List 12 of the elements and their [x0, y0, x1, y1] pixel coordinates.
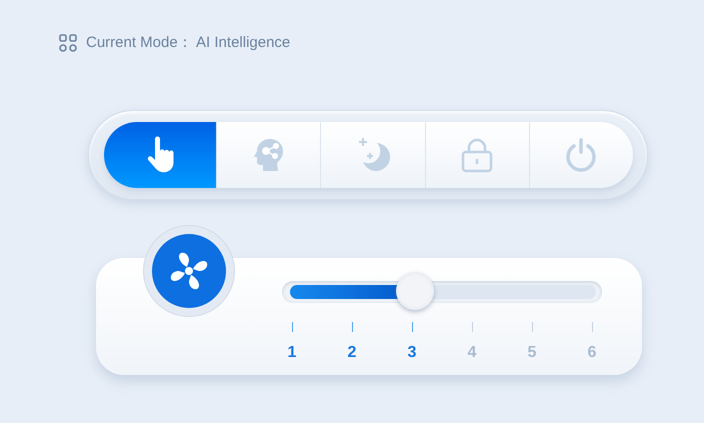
current-mode-label: Current Mode： AI Intelligence: [86, 32, 290, 53]
mode-tab[interactable]: [104, 122, 216, 188]
speed-slider[interactable]: [282, 273, 602, 311]
speed-step-label: 3: [408, 344, 416, 361]
speed-step-label: 6: [588, 344, 596, 361]
speed-step-label: 1: [288, 344, 296, 361]
slider-thumb[interactable]: [396, 272, 434, 310]
grid-icon: [58, 33, 78, 53]
fan-icon: [151, 233, 227, 309]
speed-step-label: 4: [468, 344, 476, 361]
speed-step-label: 5: [528, 344, 536, 361]
speed-step-label: 2: [348, 344, 356, 361]
